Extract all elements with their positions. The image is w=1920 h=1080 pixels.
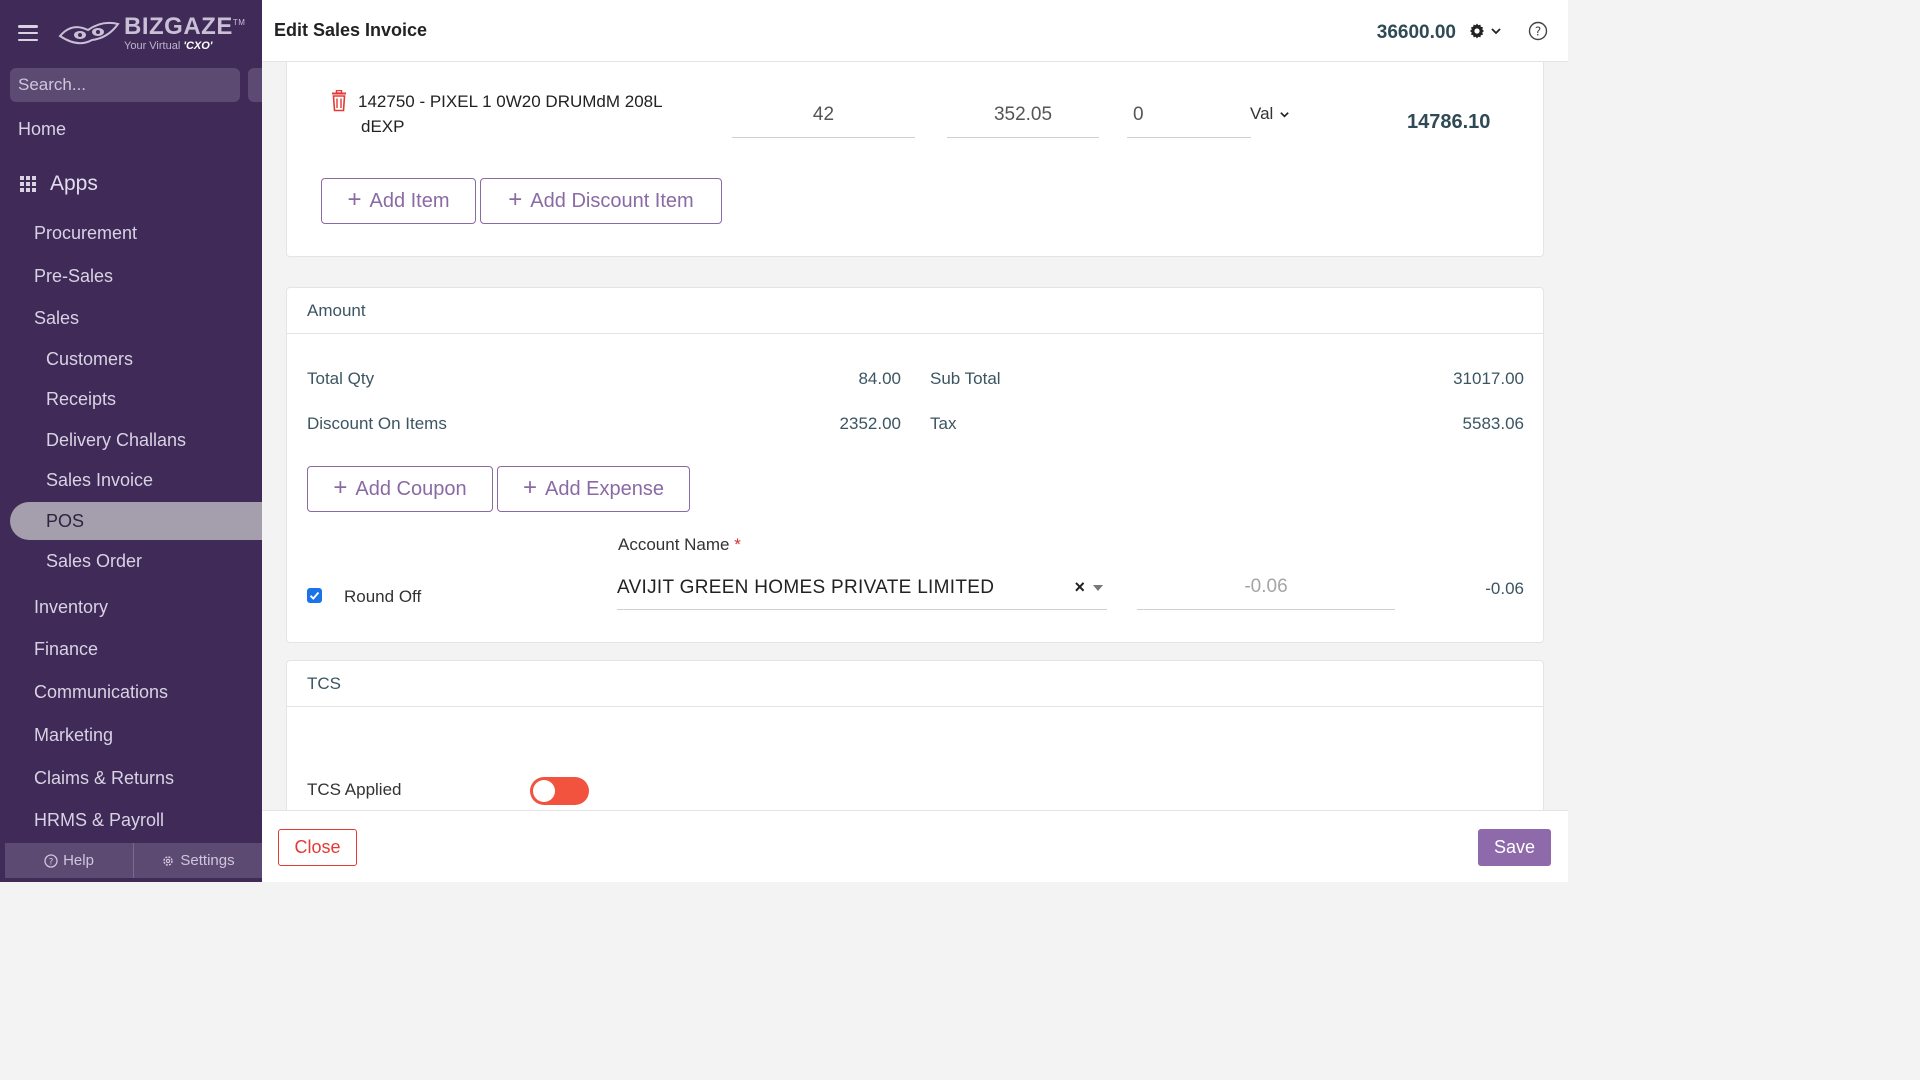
required-marker: * <box>734 535 741 554</box>
add-item-button[interactable]: + Add Item <box>321 178 476 224</box>
page-title: Edit Sales Invoice <box>274 20 428 40</box>
item-name: 142750 - PIXEL 1 0W20 DRUMdM 208L dEXP <box>358 89 698 139</box>
chevron-down-icon[interactable] <box>1490 25 1502 37</box>
sidebar-item-hrms-payroll[interactable]: HRMS & Payroll <box>34 810 164 831</box>
sidebar-search <box>10 68 240 102</box>
apps-label: Apps <box>50 172 98 195</box>
item-line-total: 14786.10 <box>1407 111 1491 133</box>
sidebar-item-claims-returns[interactable]: Claims & Returns <box>34 768 174 789</box>
caret-down-icon[interactable] <box>1093 584 1103 591</box>
help-circle-icon: ? <box>44 853 58 868</box>
add-coupon-label: Add Coupon <box>355 477 467 500</box>
help-button[interactable]: ? Help <box>5 843 133 878</box>
apps-grid-icon <box>20 176 36 192</box>
tcs-applied-toggle[interactable] <box>530 777 589 805</box>
header-actions: 36600.00 ? <box>1377 18 1548 44</box>
sidebar-item-sales-order[interactable]: Sales Order <box>46 551 142 572</box>
plus-icon: + <box>333 474 348 501</box>
total-qty-value: 84.00 <box>858 369 901 388</box>
round-off-input[interactable]: -0.06 <box>1137 564 1395 610</box>
chevron-down-icon <box>1280 111 1290 118</box>
sidebar-header: BIZGAZETM Your Virtual 'CXO' <box>0 0 262 66</box>
brand-tagline: Your Virtual 'CXO' <box>124 39 213 52</box>
search-side-tab[interactable] <box>248 68 262 102</box>
tcs-section-title: TCS <box>287 661 1543 707</box>
add-expense-button[interactable]: + Add Expense <box>497 466 690 512</box>
item-discount-input[interactable]: 0 <box>1127 92 1251 138</box>
add-coupon-button[interactable]: + Add Coupon <box>307 466 493 512</box>
settings-label: Settings <box>180 852 235 869</box>
menu-icon[interactable] <box>18 25 38 41</box>
owl-logo-icon <box>58 21 120 45</box>
sidebar-apps-header[interactable]: Apps <box>20 172 98 196</box>
item-qty-input[interactable]: 42 <box>732 92 915 138</box>
add-expense-label: Add Expense <box>545 477 664 500</box>
tcs-applied-label: TCS Applied <box>307 780 402 799</box>
svg-text:?: ? <box>1535 25 1541 39</box>
total-qty-label: Total Qty <box>307 369 375 388</box>
add-discount-item-button[interactable]: + Add Discount Item <box>480 178 722 224</box>
sidebar-item-receipts[interactable]: Receipts <box>46 389 116 410</box>
amount-section-title: Amount <box>287 288 1543 334</box>
account-name-value: AVIJIT GREEN HOMES PRIVATE LIMITED <box>617 576 995 598</box>
check-icon <box>309 591 320 600</box>
tax-value: 5583.06 <box>1462 414 1524 433</box>
plus-icon: + <box>508 186 523 213</box>
sidebar-item-pos[interactable]: POS <box>46 511 84 532</box>
sidebar-item-sales[interactable]: Sales <box>34 308 79 329</box>
plus-icon: + <box>523 474 538 501</box>
item-name-line1: 142750 - PIXEL 1 0W20 DRUMdM 208L <box>358 92 663 111</box>
sidebar-item-inventory[interactable]: Inventory <box>34 597 108 618</box>
sidebar-item-communications[interactable]: Communications <box>34 682 168 703</box>
sidebar-item-pre-sales[interactable]: Pre-Sales <box>34 266 113 287</box>
item-name-line2: dEXP <box>361 117 405 136</box>
sidebar-item-finance[interactable]: Finance <box>34 639 98 660</box>
settings-button[interactable]: Settings <box>133 843 262 878</box>
account-name-select[interactable]: AVIJIT GREEN HOMES PRIVATE LIMITED × <box>617 566 1107 610</box>
gear-icon[interactable] <box>1468 22 1486 40</box>
round-off-label: Round Off <box>344 587 422 606</box>
discount-type-value: Val <box>1250 104 1274 123</box>
add-discount-item-label: Add Discount Item <box>530 189 694 212</box>
discount-on-items-value: 2352.00 <box>839 414 901 433</box>
close-button[interactable]: Close <box>278 829 357 866</box>
tcs-card: TCS TCS Applied <box>286 660 1544 820</box>
brand-name: BIZGAZETM <box>124 12 246 40</box>
gear-icon <box>163 855 174 866</box>
sub-total-label: Sub Total <box>930 369 1001 388</box>
sidebar-item-customers[interactable]: Customers <box>46 349 133 370</box>
round-off-value: -0.06 <box>1485 579 1524 598</box>
account-name-label: Account Name * <box>618 535 741 554</box>
tax-label: Tax <box>930 414 957 433</box>
top-bar: Edit Sales Invoice 36600.00 ? <box>262 0 1568 62</box>
save-button[interactable]: Save <box>1478 829 1551 866</box>
add-item-label: Add Item <box>369 189 450 212</box>
sidebar-item-procurement[interactable]: Procurement <box>34 223 137 244</box>
items-card: 142750 - PIXEL 1 0W20 DRUMdM 208L dEXP 4… <box>286 62 1544 257</box>
bottom-action-bar: Close Save <box>262 810 1568 882</box>
invoice-total: 36600.00 <box>1376 22 1456 43</box>
discount-on-items-label: Discount On Items <box>307 414 447 433</box>
help-label: Help <box>63 852 94 869</box>
brand-logo[interactable]: BIZGAZETM Your Virtual 'CXO' <box>58 12 246 52</box>
sidebar-item-delivery-challans[interactable]: Delivery Challans <box>46 430 186 451</box>
search-input[interactable] <box>18 75 239 95</box>
amount-card: Amount Total Qty 84.00 Sub Total 31017.0… <box>286 287 1544 643</box>
sidebar-item-home[interactable]: Home <box>18 119 66 140</box>
round-off-checkbox[interactable] <box>307 588 322 603</box>
sidebar-item-marketing[interactable]: Marketing <box>34 725 113 746</box>
discount-type-select[interactable]: Val <box>1250 104 1290 124</box>
sidebar-item-sales-invoice[interactable]: Sales Invoice <box>46 470 153 491</box>
trash-icon[interactable] <box>329 90 349 112</box>
item-rate-input[interactable]: 352.05 <box>947 92 1099 138</box>
help-icon[interactable]: ? <box>1528 21 1548 41</box>
plus-icon: + <box>347 186 362 213</box>
sub-total-value: 31017.00 <box>1453 369 1524 388</box>
sidebar-footer: ? Help Settings <box>5 843 262 878</box>
sidebar: BIZGAZETM Your Virtual 'CXO' Home Apps P… <box>0 0 262 882</box>
close-icon[interactable]: × <box>1074 577 1085 598</box>
svg-text:?: ? <box>49 857 54 867</box>
